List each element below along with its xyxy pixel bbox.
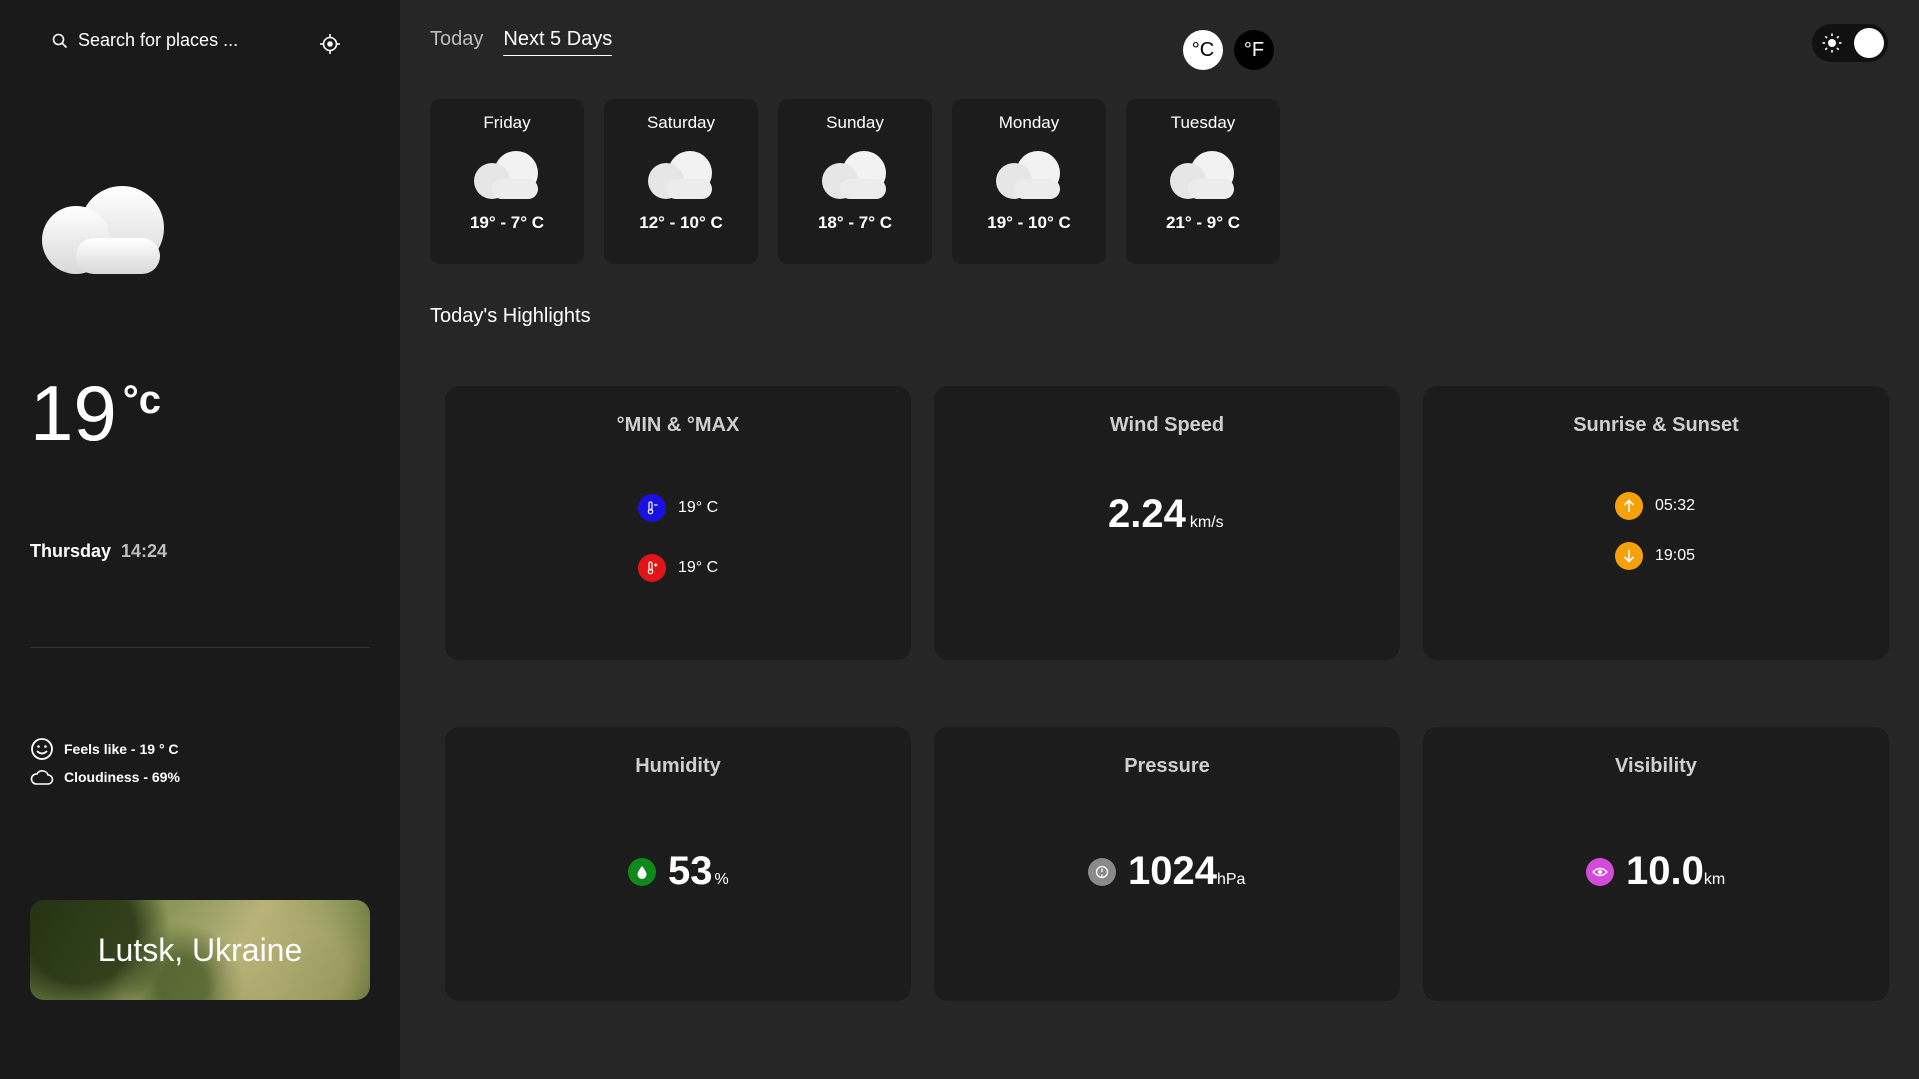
forecast-card[interactable]: Monday 19° - 10° C [952,99,1106,264]
arrow-down-icon [1615,542,1643,570]
wind-value-row: 2.24 km/s [1108,492,1224,537]
humidity-reading: 53 % [668,849,729,894]
tab-today[interactable]: Today [430,28,483,56]
current-day: Thursday [30,541,112,561]
cloud-icon [996,151,1060,199]
cloud-icon [474,151,538,199]
visibility-card: Visibility 10.0 km [1423,727,1889,1001]
cloud-outline-icon [30,770,54,785]
forecast-range: 18° - 7° C [817,213,893,232]
visibility-reading: 10.0 km [1626,849,1725,894]
search-bar [52,30,298,51]
forecast-card[interactable]: Saturday 12° - 10° C [604,99,758,264]
tab-next-5-days[interactable]: Next 5 Days [503,28,613,56]
minmax-title: °MIN & °MAX [616,414,740,436]
humidity-card: Humidity 53 % [445,727,911,1001]
cloud-icon [1170,151,1234,199]
wind-value: 2.24 [1108,492,1186,536]
gauge-icon [1088,857,1116,886]
forecast-range: 19° - 7° C [469,213,545,232]
pressure-unit: hPa [1216,871,1246,888]
sun-icon [1822,33,1842,53]
visibility-value: 10.0 [1626,849,1704,893]
forecast-range: 12° - 10° C [639,213,723,232]
sun-card: Sunrise & Sunset 05:32 19:05 [1423,386,1889,660]
forecast-day: Sunday [826,113,884,132]
wind-card: Wind Speed 2.24 km/s [934,386,1400,660]
cloud-icon [822,151,886,199]
fahrenheit-button[interactable]: °F [1234,30,1274,70]
celsius-button[interactable]: °C [1183,30,1223,70]
search-icon [52,33,68,48]
humidity-unit: % [714,871,729,888]
minmax-card: °MIN & °MAX 19° C 19° C [445,386,911,660]
location-card: Lutsk, Ukraine [30,900,370,1000]
temperature-unit: °c [122,378,162,422]
forecast-card[interactable]: Sunday 18° - 7° C [778,99,932,264]
pressure-title: Pressure [1124,755,1210,777]
eye-icon [1586,857,1614,886]
sunrise-time: 05:32 [1655,497,1696,514]
humidity-value-row: 53 % [628,849,729,894]
forecast-card[interactable]: Friday 19° - 7° C [430,99,584,264]
visibility-title: Visibility [1615,755,1697,777]
cloudiness-text: Cloudiness - 69% [64,769,180,785]
cloudiness: Cloudiness - 69% [30,768,180,786]
view-tabs: Today Next 5 Days [430,28,613,56]
current-temperature: 19 °c [30,374,161,452]
humidity-value: 53 [668,849,713,893]
forecast-day: Friday [483,113,531,132]
wind-unit: km/s [1189,514,1224,531]
sidebar: 19 °c Thursday 14:24 Feels like - 19 ° C… [0,0,400,1079]
theme-toggle[interactable] [1812,24,1888,62]
max-temp-value: 19° C [678,559,719,576]
visibility-value-row: 10.0 km [1586,849,1725,894]
thermometer-minus-icon [638,494,666,522]
sunset-row: 19:05 [1615,542,1695,570]
current-time: 14:24 [121,541,168,561]
location-name: Lutsk, Ukraine [97,931,303,968]
highlights-title: Today's Highlights [430,305,591,327]
max-temp-row: 19° C [638,554,718,582]
forecast-range: 21° - 9° C [1165,213,1241,232]
search-input[interactable] [78,30,298,51]
sun-title: Sunrise & Sunset [1573,414,1739,436]
arrow-up-icon [1615,492,1643,520]
visibility-unit: km [1703,871,1726,888]
thermometer-plus-icon [638,554,666,582]
temperature-value: 19 [30,369,117,457]
feels-like: Feels like - 19 ° C [30,737,179,761]
humidity-title: Humidity [635,755,721,777]
sidebar-divider [30,647,370,648]
current-location-button[interactable] [318,32,342,56]
smile-icon [31,738,53,760]
wind-title: Wind Speed [1109,414,1225,436]
pressure-reading: 1024 hPa [1128,849,1245,894]
cloud-icon [648,151,712,199]
pressure-card: Pressure 1024 hPa [934,727,1400,1001]
pressure-value-row: 1024 hPa [1088,849,1245,894]
water-drop-icon [628,857,656,886]
sunrise-row: 05:32 [1615,492,1695,520]
sunset-time: 19:05 [1655,547,1696,564]
crosshair-icon [320,34,340,54]
pressure-value: 1024 [1128,849,1217,893]
cloud-icon [42,186,164,274]
forecast-card[interactable]: Tuesday 21° - 9° C [1126,99,1280,264]
forecast-day: Saturday [646,113,716,132]
forecast-day: Monday [998,113,1060,132]
min-temp-value: 19° C [678,499,719,516]
toggle-knob [1854,28,1884,58]
forecast-range: 19° - 10° C [987,213,1071,232]
feels-like-text: Feels like - 19 ° C [64,741,179,757]
current-datetime: Thursday 14:24 [30,541,167,562]
forecast-day: Tuesday [1170,113,1236,132]
forecast-list: Friday 19° - 7° C Saturday 12° - 10° C S… [430,99,1280,264]
min-temp-row: 19° C [638,494,718,522]
